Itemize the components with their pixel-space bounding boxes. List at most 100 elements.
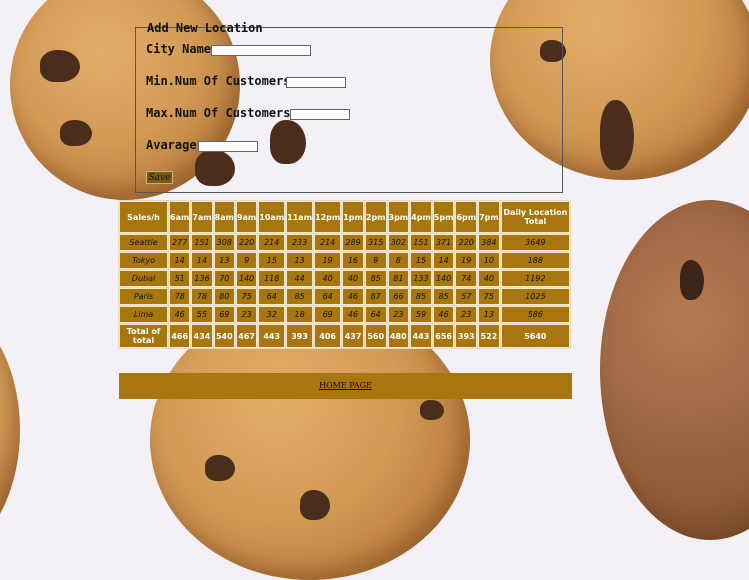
totals-row: Total of total 466 434 540 467 443 393 406 437 56…: [119, 324, 570, 348]
column-header: 12pm: [314, 201, 342, 233]
sales-cell: 69: [213, 306, 235, 323]
sales-cell: 214: [258, 234, 286, 251]
column-header: 11am: [286, 201, 314, 233]
column-header: 2pm: [364, 201, 387, 233]
sales-cell: 85: [432, 288, 455, 305]
hourly-total-cell: 466: [169, 324, 191, 348]
sales-cell: 10: [478, 252, 500, 269]
hourly-total-cell: 406: [314, 324, 342, 348]
sales-cell: 8: [387, 252, 410, 269]
sales-cell: 85: [410, 288, 432, 305]
city-name-input[interactable]: [211, 45, 311, 56]
max-customers-label: Max.Num Of Customers: [146, 106, 291, 120]
form-legend: Add New Location: [147, 21, 263, 35]
sales-cell: 151: [191, 234, 213, 251]
header-row: Sales/h 6am 7am 8am 9am 10am 11am 12pm 1pm 2pm 3pm…: [119, 201, 570, 233]
table-row: Paris 78 78 80 75 64 85 64 46 87 66 85 85 57 75 1025: [119, 288, 570, 305]
sales-cell: 87: [364, 288, 387, 305]
sales-cell: 371: [432, 234, 455, 251]
add-location-form: Add New Location City Name Min.Num Of Cu…: [135, 21, 563, 193]
hourly-total-cell: 540: [213, 324, 235, 348]
column-header: 8am: [213, 201, 235, 233]
column-header: Sales/h: [119, 201, 169, 233]
sales-cell: 64: [314, 288, 342, 305]
sales-cell: 59: [410, 306, 432, 323]
sales-cell: 302: [387, 234, 410, 251]
column-header: 7pm: [478, 201, 500, 233]
hourly-total-cell: 437: [342, 324, 364, 348]
sales-cell: 15: [410, 252, 432, 269]
sales-cell: 78: [169, 288, 191, 305]
sales-cell: 70: [213, 270, 235, 287]
sales-cell: 78: [191, 288, 213, 305]
min-customers-label: Min.Num Of Customers: [146, 74, 291, 88]
column-header: 6am: [169, 201, 191, 233]
sales-cell: 51: [169, 270, 191, 287]
max-customers-input[interactable]: [290, 109, 350, 120]
sales-cell: 15: [258, 252, 286, 269]
sales-cell: 40: [314, 270, 342, 287]
hourly-total-cell: 467: [235, 324, 258, 348]
sales-cell: 13: [286, 252, 314, 269]
sales-table: Sales/h 6am 7am 8am 9am 10am 11am 12pm 1pm 2pm 3pm…: [118, 200, 571, 349]
daily-total-cell: 188: [500, 252, 570, 269]
sales-cell: 64: [364, 306, 387, 323]
home-page-link[interactable]: HOME PAGE: [319, 381, 372, 390]
average-input[interactable]: [198, 141, 258, 152]
sales-cell: 23: [387, 306, 410, 323]
save-button[interactable]: Save: [146, 171, 173, 184]
sales-cell: 44: [286, 270, 314, 287]
city-cell: Paris: [119, 288, 169, 305]
sales-cell: 13: [478, 306, 500, 323]
sales-cell: 23: [455, 306, 478, 323]
column-header: 6pm: [455, 201, 478, 233]
sales-cell: 85: [286, 288, 314, 305]
city-cell: Dubai: [119, 270, 169, 287]
sales-cell: 69: [314, 306, 342, 323]
sales-cell: 23: [235, 306, 258, 323]
sales-cell: 75: [478, 288, 500, 305]
sales-cell: 74: [455, 270, 478, 287]
table-row: Dubai 51 136 70 140 118 44 40 40 85 81 133 140 74 40 11…: [119, 270, 570, 287]
hourly-total-cell: 656: [432, 324, 455, 348]
sales-cell: 85: [364, 270, 387, 287]
column-header: 10am: [258, 201, 286, 233]
column-header: 4pm: [410, 201, 432, 233]
sales-cell: 14: [169, 252, 191, 269]
column-header: 3pm: [387, 201, 410, 233]
city-cell: Lima: [119, 306, 169, 323]
sales-cell: 133: [410, 270, 432, 287]
table-row: Lima 46 55 69 23 32 18 69 46 64 23 59 46 23 13 586: [119, 306, 570, 323]
sales-cell: 140: [235, 270, 258, 287]
city-cell: Tokyo: [119, 252, 169, 269]
sales-cell: 289: [342, 234, 364, 251]
sales-cell: 14: [432, 252, 455, 269]
sales-cell: 19: [455, 252, 478, 269]
sales-cell: 220: [455, 234, 478, 251]
sales-cell: 80: [213, 288, 235, 305]
sales-cell: 220: [235, 234, 258, 251]
sales-cell: 46: [342, 288, 364, 305]
sales-cell: 233: [286, 234, 314, 251]
daily-total-cell: 1025: [500, 288, 570, 305]
sales-cell: 75: [235, 288, 258, 305]
sales-cell: 118: [258, 270, 286, 287]
sales-cell: 140: [432, 270, 455, 287]
sales-cell: 151: [410, 234, 432, 251]
table-row: Seattle 277 151 308 220 214 233 214 289 315 302 151…: [119, 234, 570, 251]
sales-cell: 66: [387, 288, 410, 305]
sales-cell: 55: [191, 306, 213, 323]
column-header: 7am: [191, 201, 213, 233]
sales-cell: 18: [286, 306, 314, 323]
sales-cell: 46: [432, 306, 455, 323]
totals-label: Total of total: [119, 324, 169, 348]
sales-cell: 9: [364, 252, 387, 269]
city-name-label: City Name: [146, 42, 212, 56]
table-row: Tokyo 14 14 13 9 15 13 19 16 9 8 15 14 19 10 188: [119, 252, 570, 269]
min-customers-input[interactable]: [286, 77, 346, 88]
sales-cell: 40: [478, 270, 500, 287]
sales-cell: 64: [258, 288, 286, 305]
hourly-total-cell: 443: [258, 324, 286, 348]
hourly-total-cell: 393: [455, 324, 478, 348]
sales-cell: 16: [342, 252, 364, 269]
